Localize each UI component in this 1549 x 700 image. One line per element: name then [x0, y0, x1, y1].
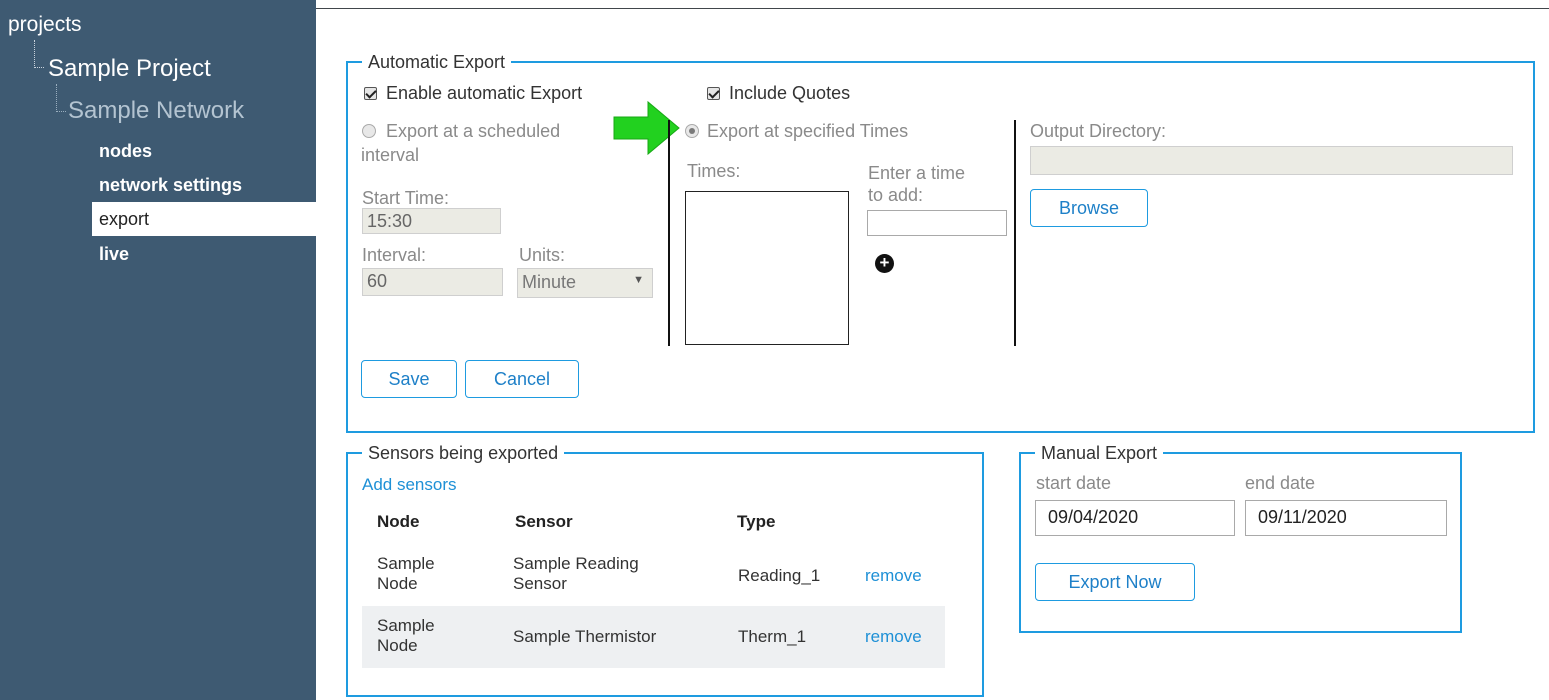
sidebar-item-nodes[interactable]: nodes	[92, 134, 316, 168]
specified-times-label: Export at specified Times	[707, 121, 909, 141]
specified-times-radio[interactable]	[685, 124, 699, 138]
tree-connector	[56, 84, 66, 112]
column-divider	[1014, 120, 1016, 346]
include-quotes-label: Include Quotes	[729, 83, 851, 103]
tree-root-projects[interactable]: projects	[8, 13, 82, 37]
start-date-label: start date	[1036, 473, 1112, 493]
enable-auto-export-checkbox[interactable]	[364, 87, 377, 100]
sensor-cell: Sample Thermistor	[513, 627, 657, 646]
units-select[interactable]: Minute ▼	[517, 268, 653, 298]
column-header-type: Type	[737, 512, 776, 531]
type-cell: Therm_1	[738, 627, 807, 646]
enable-auto-export-label: Enable automatic Export	[386, 83, 583, 103]
end-date-input[interactable]: 09/11/2020	[1245, 500, 1447, 536]
sensor-cell: Sample Reading	[513, 554, 639, 573]
type-cell: Reading_1	[738, 566, 821, 585]
start-time-label: Start Time:	[362, 188, 450, 208]
start-date-input[interactable]: 09/04/2020	[1035, 500, 1235, 536]
sidebar-item-network-settings[interactable]: network settings	[92, 168, 316, 202]
times-label: Times:	[687, 161, 741, 181]
interval-label: Interval:	[362, 245, 427, 265]
tree-connector	[34, 40, 44, 68]
sidebar-item-live[interactable]: live	[92, 237, 316, 271]
units-label: Units:	[519, 245, 566, 265]
tree-item-project[interactable]: Sample Project	[48, 55, 211, 83]
column-header-sensor: Sensor	[515, 512, 573, 531]
node-cell: Sample	[377, 554, 435, 573]
column-header-node: Node	[377, 512, 420, 531]
export-now-button[interactable]: Export Now	[1035, 563, 1195, 601]
output-directory-label: Output Directory:	[1030, 121, 1167, 141]
scheduled-interval-radio[interactable]	[362, 124, 376, 138]
plus-circle-icon[interactable]: +	[875, 254, 894, 273]
node-cell-cont: Node	[377, 574, 418, 593]
sidebar: projects Sample Project Sample Network n…	[0, 0, 316, 700]
include-quotes-checkbox[interactable]	[707, 87, 720, 100]
remove-link[interactable]: remove	[865, 627, 922, 647]
table-row: Sample Node Sample Reading Sensor Readin…	[362, 546, 945, 608]
cancel-button[interactable]: Cancel	[465, 360, 579, 398]
automatic-export-legend: Automatic Export	[362, 52, 512, 73]
units-select-value: Minute	[522, 272, 577, 292]
tree-item-network[interactable]: Sample Network	[68, 97, 244, 125]
sensor-cell-cont: Sensor	[513, 574, 567, 593]
browse-button[interactable]: Browse	[1030, 189, 1148, 227]
node-cell-cont: Node	[377, 636, 418, 655]
end-date-label: end date	[1245, 473, 1316, 493]
node-cell: Sample	[377, 616, 435, 635]
green-arrow-icon	[613, 100, 680, 156]
add-sensors-link[interactable]: Add sensors	[362, 475, 457, 495]
times-list[interactable]	[685, 191, 849, 345]
time-entry-input[interactable]	[867, 210, 1007, 236]
enter-time-label: Enter a time	[868, 163, 966, 183]
column-divider	[668, 120, 670, 346]
top-divider	[316, 8, 1549, 9]
table-row: Sample Node Sample Thermistor Therm_1 re…	[362, 606, 945, 668]
save-button[interactable]: Save	[361, 360, 457, 398]
chevron-down-icon: ▼	[633, 274, 644, 286]
interval-input[interactable]: 60	[362, 268, 503, 296]
output-directory-input[interactable]	[1030, 146, 1513, 175]
enter-time-label-cont: to add:	[868, 185, 924, 205]
scheduled-interval-label: Export at a scheduled	[386, 121, 561, 141]
start-time-input[interactable]: 15:30	[362, 208, 501, 234]
scheduled-interval-label-cont: interval	[361, 145, 420, 165]
remove-link[interactable]: remove	[865, 566, 922, 586]
sidebar-item-export[interactable]: export	[92, 202, 316, 236]
manual-export-legend: Manual Export	[1035, 443, 1164, 464]
sensors-legend: Sensors being exported	[362, 443, 565, 464]
